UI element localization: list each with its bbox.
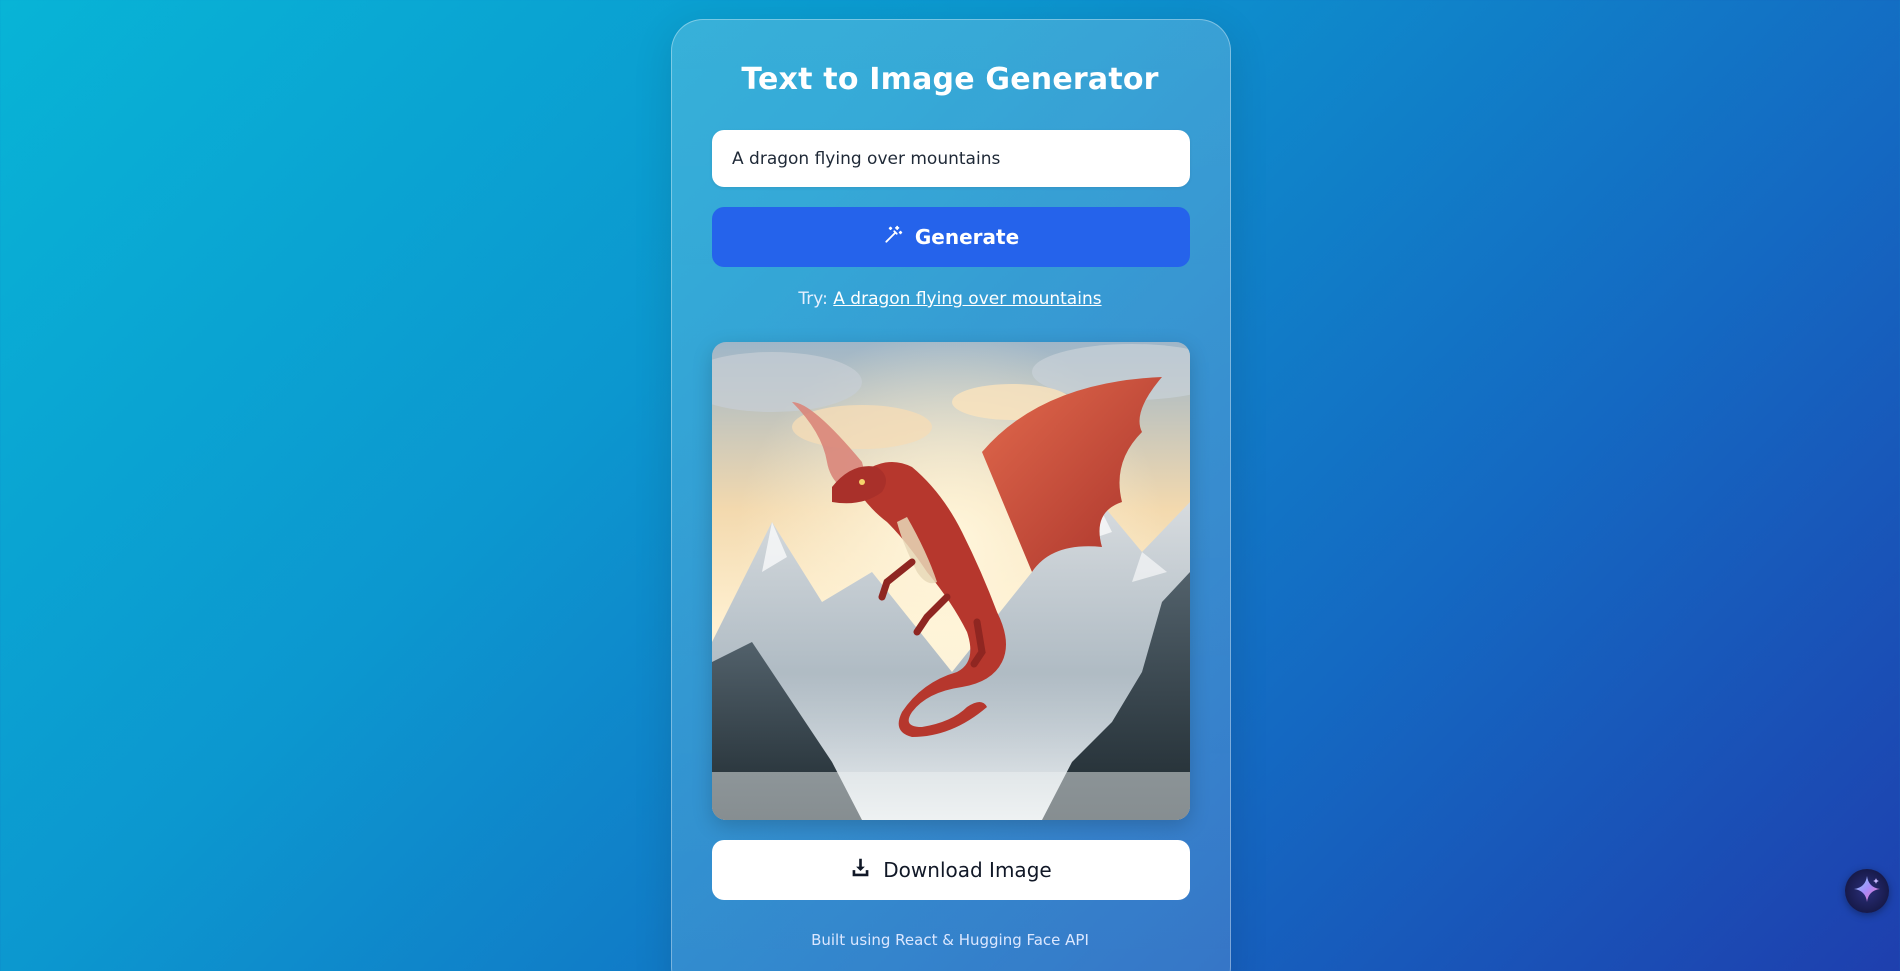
generate-button-label: Generate [914, 225, 1020, 249]
page-title: Text to Image Generator [741, 62, 1159, 97]
download-icon [850, 857, 871, 883]
sparkle-icon [1852, 874, 1882, 908]
magic-wand-icon [883, 225, 903, 250]
generated-image [712, 342, 1190, 820]
generate-button[interactable]: Generate [712, 207, 1190, 267]
download-button[interactable]: Download Image [712, 840, 1190, 900]
suggestion-line: Try: A dragon flying over mountains [0, 289, 1900, 309]
dragon-illustration [712, 342, 1190, 820]
download-button-label: Download Image [883, 858, 1052, 882]
assistant-button[interactable] [1845, 869, 1889, 913]
footer-credit: Built using React & Hugging Face API [811, 931, 1089, 949]
suggestion-example-link[interactable]: A dragon flying over mountains [833, 289, 1101, 309]
prompt-input[interactable] [712, 130, 1190, 187]
suggestion-prefix: Try: [798, 289, 834, 309]
